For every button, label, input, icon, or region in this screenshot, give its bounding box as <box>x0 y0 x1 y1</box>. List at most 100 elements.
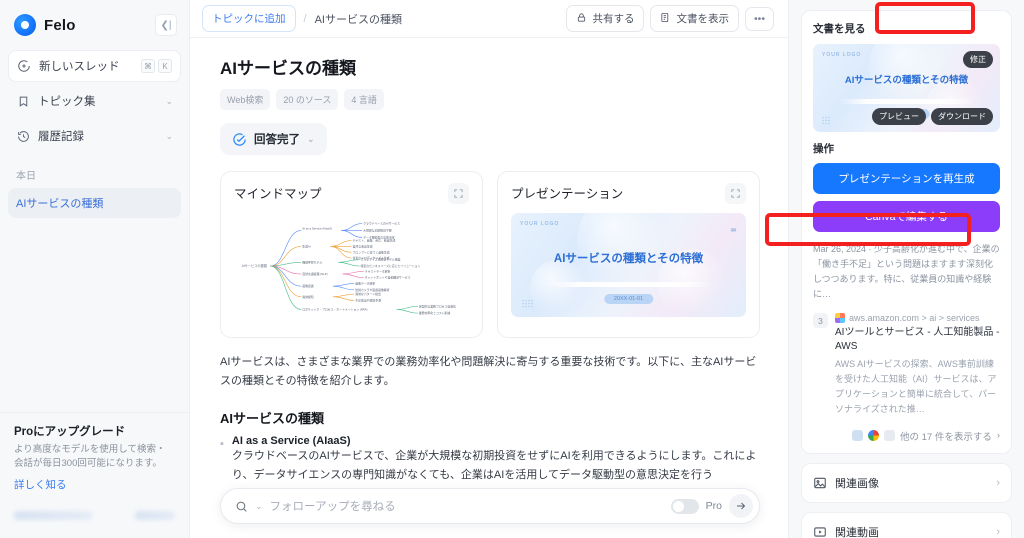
show-document-label: 文書を表示 <box>676 13 729 25</box>
mindmap-branch-label: AI as a Service (AIaaS) <box>302 226 332 230</box>
chevron-right-icon: › <box>996 525 1000 538</box>
account-row-blurred[interactable] <box>14 502 175 528</box>
citation-item[interactable]: 3 aws.amazon.com > ai > services AIツールとサ… <box>813 313 1000 416</box>
show-more-sources-label: 他の 17 件を表示する <box>899 431 992 443</box>
meta-chip-group: Web検索 20 のソース 4 言語 <box>220 89 760 110</box>
toolbar-actions: 共有する 文書を表示 ••• <box>566 5 774 32</box>
sidebar-item-new-thread[interactable]: 新しいスレッド ⌘ K <box>8 50 181 82</box>
mindmap-leaf-label: チャットボットや自動翻訳サービス <box>365 275 411 280</box>
document-card-label: 文書を見る <box>813 23 866 35</box>
related-videos-row[interactable]: 関連動画 › <box>801 511 1012 538</box>
preview-button[interactable]: プレビュー <box>872 108 926 125</box>
right-panel: 文書を見る YOUR LOGO 修正 AIサービスの種類とその特徴 20XX-0… <box>788 0 1024 538</box>
mindmap-leaf-label: 定型的な業務プロセス自動化 <box>419 303 456 308</box>
keyboard-shortcut: ⌘ K <box>141 59 172 73</box>
thumbnail-dots-decoration <box>822 116 830 125</box>
canva-edit-button[interactable]: Canvaで編集する <box>813 201 1000 232</box>
artifact-cards: マインドマップ AIサービスの種類 AI as a Service (AIaaS… <box>220 171 760 338</box>
chip-sources: 20 のソース <box>276 89 339 110</box>
collapse-panel-icon[interactable]: ❮| <box>155 14 177 36</box>
sidebar-nav: 新しいスレッド ⌘ K トピック集 ⌄ 履歴記録 ⌄ <box>0 46 189 155</box>
document-thumbnail[interactable]: YOUR LOGO 修正 AIサービスの種類とその特徴 20XX-01-01 プ… <box>813 44 1000 132</box>
felo-logo-icon <box>14 14 36 36</box>
show-more-sources-button[interactable]: 他の 17 件を表示する › <box>813 429 1000 443</box>
mindmap-root-label: AIサービスの種類 <box>242 263 268 268</box>
expand-icon[interactable] <box>725 183 746 204</box>
answer-intro-text: AIサービスは、さまざまな業界での業務効率化や問題解決に寄与する重要な技術です。… <box>220 356 757 388</box>
mindmap-branch-label: 機械学習モデル <box>302 259 322 264</box>
mindmap-leaf-label: 大規模な初期投資不要 <box>363 228 392 233</box>
citation-description: AWS AIサービスの探索、AWS事前訓練を受けた人工知能（AI）サービスは、ア… <box>835 359 997 414</box>
status-badge[interactable]: 回答完了 ⌄ <box>220 123 327 155</box>
slide-title: AIサービスの種類とその特徴 <box>553 252 704 265</box>
breadcrumb-separator: / <box>303 12 307 25</box>
chevron-down-icon: ⌄ <box>165 95 173 106</box>
slide-logo: YOUR LOGO <box>520 221 560 227</box>
blurred-account-name <box>14 510 92 520</box>
mindmap-branch-label: 画像認識 <box>302 283 314 288</box>
more-options-button[interactable]: ••• <box>744 6 774 31</box>
blurred-account-badge <box>135 510 175 520</box>
thumbnail-title: AIサービスの種類とその特徴 <box>844 75 969 87</box>
top-toolbar: トピックに追加 / AIサービスの種類 共有する 文書を表示 ••• <box>190 0 788 38</box>
chip-web-search: Web検索 <box>220 89 271 110</box>
mindmap-leaf-label: 画像データ解析 <box>355 281 375 286</box>
history-clock-icon <box>16 129 30 143</box>
chevron-right-icon: › <box>996 430 1000 442</box>
document-icon <box>660 12 671 26</box>
sidebar-section-label: 本日 <box>16 171 36 182</box>
expand-icon[interactable] <box>448 183 469 204</box>
related-images-row[interactable]: 関連画像 › <box>801 462 1012 503</box>
download-button[interactable]: ダウンロード <box>931 108 993 125</box>
image-icon <box>813 476 827 490</box>
bookmark-icon <box>16 94 30 108</box>
source-favicon-icon <box>867 430 879 442</box>
share-button[interactable]: 共有する <box>566 5 645 32</box>
source-favicon-icon <box>883 430 895 442</box>
video-icon <box>813 525 827 538</box>
lock-share-icon <box>576 12 587 26</box>
learn-more-link[interactable]: 詳しく知る <box>14 477 175 492</box>
related-images-label: 関連画像 <box>835 477 879 490</box>
mindmap-leaf-label: 監視カメラや医療画像解析 <box>355 287 389 292</box>
add-to-topic-button[interactable]: トピックに追加 <box>202 5 296 32</box>
edit-badge-button[interactable]: 修正 <box>963 51 993 68</box>
mindmap-leaf-label: テキスト、画像、音声、動画生成 <box>353 238 396 243</box>
bullet-body: クラウドベースのAIサービスで、企業が大規模な初期投資をせずにAIを利用できるよ… <box>231 449 757 481</box>
answer-section-heading: AIサービスの種類 <box>220 410 325 426</box>
followup-search-wrap: ⌄ フォローアップを尋ねる Pro <box>220 488 760 524</box>
presentation-card-title: プレゼンテーション <box>511 187 624 201</box>
pro-toggle[interactable] <box>670 498 699 514</box>
show-document-button[interactable]: 文書を表示 <box>650 5 739 32</box>
plus-circle-icon <box>17 59 31 73</box>
citation-title[interactable]: AIツールとサービス - 人工知能製品 - AWS <box>835 326 1000 353</box>
citation-number: 3 <box>813 313 828 329</box>
sidebar-item-history[interactable]: 履歴記録 ⌄ <box>8 120 181 152</box>
chevron-down-icon[interactable]: ⌄ <box>255 501 263 512</box>
actions-label: 操作 <box>813 143 834 155</box>
document-card: 文書を見る YOUR LOGO 修正 AIサービスの種類とその特徴 20XX-0… <box>801 10 1012 454</box>
presentation-slide-preview: YOUR LOGO AIサービスの種類とその特徴 20XX-01-01 <box>511 213 746 317</box>
mindmap-leaf-label: クラウドベースのAIサービス <box>363 221 400 226</box>
mindmap-branch-label: 異常検知 <box>302 294 314 299</box>
related-videos-label: 関連動画 <box>835 526 879 538</box>
kbd-cmd: ⌘ <box>141 59 155 73</box>
regenerate-presentation-button[interactable]: プレゼンテーションを再生成 <box>813 163 1000 194</box>
search-input[interactable]: フォローアップを尋ねる <box>270 498 664 514</box>
presentation-card[interactable]: プレゼンテーション YOUR LOGO AIサービスの種類とその特徴 20XX-… <box>497 171 760 338</box>
slide-dots-decoration <box>522 299 533 308</box>
mindmap-leaf-label: 不正検出や故障予測 <box>355 298 381 303</box>
thumbnail-subtitle-bar <box>839 98 974 104</box>
brand-row: Felo ❮| <box>0 0 189 46</box>
sidebar-thread-item[interactable]: AIサービスの種類 <box>8 188 181 218</box>
mindmap-branch-label: 自然言語処理 (NLP) <box>302 271 327 276</box>
sidebar-item-topics[interactable]: トピック集 ⌄ <box>8 85 181 117</box>
check-circle-icon <box>232 132 247 147</box>
mindmap-preview: AIサービスの種類 AI as a Service (AIaaS) 生成AI 機… <box>242 221 456 316</box>
slide-date: 20XX-01-01 <box>603 294 654 305</box>
mindmap-branch-label: ロボティック・プロセス・オートメーション (RPA) <box>302 307 367 312</box>
arrow-right-icon[interactable] <box>729 494 753 518</box>
followup-search-bar[interactable]: ⌄ フォローアップを尋ねる Pro <box>220 488 760 524</box>
mindmap-card[interactable]: マインドマップ AIサービスの種類 AI as a Service (AIaaS… <box>220 171 483 338</box>
search-icon <box>235 500 248 513</box>
